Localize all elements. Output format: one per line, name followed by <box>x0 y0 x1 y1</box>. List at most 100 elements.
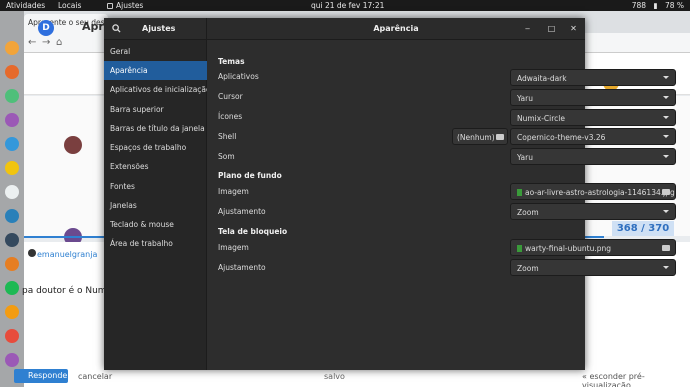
maximize-icon[interactable]: □ <box>546 23 557 34</box>
spotify-icon[interactable] <box>5 281 19 295</box>
sidebar-item-fonts[interactable]: Fontes <box>104 177 207 196</box>
chevron-down-icon <box>663 76 669 79</box>
chevron-down-icon <box>663 155 669 158</box>
sidebar-item-appearance[interactable]: Aparência <box>104 61 207 80</box>
terminal-icon[interactable] <box>5 233 19 247</box>
search-icon[interactable] <box>112 24 121 33</box>
gnome-top-bar: Atividades Locais Ajustes qui 21 de fev … <box>0 0 690 11</box>
background-adjust-select[interactable]: Zoom <box>510 203 676 220</box>
lockscreen-image-value: warty-final-ubuntu.png <box>525 244 612 253</box>
applications-theme-select[interactable]: Adwaita-dark <box>510 69 676 86</box>
shell-theme-file-button[interactable]: (Nenhum) <box>452 128 508 145</box>
sidebar-item-keyboard-mouse[interactable]: Teclado & mouse <box>104 215 207 234</box>
network-speed: 788 <box>631 1 647 10</box>
editor-text[interactable]: pa doutor é o Numix <box>22 286 114 296</box>
files-icon[interactable] <box>5 89 19 103</box>
window-title-left: Ajustes <box>142 24 176 33</box>
folder-icon <box>662 189 670 195</box>
minimize-icon[interactable]: ‒ <box>522 23 533 34</box>
lockscreen-adjust-select[interactable]: Zoom <box>510 259 676 276</box>
firefox-icon[interactable] <box>5 65 19 79</box>
background-adjust-label: Ajustamento <box>218 207 266 216</box>
sidebar-item-general[interactable]: Geral <box>104 42 207 61</box>
sidebar: Geral Aparência Aplicativos de inicializ… <box>104 40 207 370</box>
app-icon[interactable] <box>5 329 19 343</box>
post-counter[interactable]: 368 / 370 <box>612 221 674 236</box>
appearance-panel: Temas Aplicativos Adwaita-dark Cursor Ya… <box>208 40 676 370</box>
post-avatar[interactable] <box>64 136 82 154</box>
battery-percent: 78 % <box>664 1 684 10</box>
chevron-down-icon <box>663 116 669 119</box>
app-icon[interactable] <box>5 257 19 271</box>
lockscreen-image-label: Imagem <box>218 243 249 252</box>
system-status-area[interactable]: 788 ▮ 78 % <box>627 1 684 10</box>
themes-heading: Temas <box>218 57 245 66</box>
app-icon[interactable] <box>5 137 19 151</box>
lockscreen-adjust-value: Zoom <box>517 264 539 273</box>
sidebar-item-windows[interactable]: Janelas <box>104 196 207 215</box>
sidebar-item-workspaces[interactable]: Espaços de trabalho <box>104 138 207 157</box>
app-icon[interactable] <box>5 209 19 223</box>
home-icon[interactable]: ⌂ <box>56 37 62 48</box>
hide-preview-link[interactable]: « esconder pré-visualização <box>582 372 690 387</box>
background-image-value: ao-ar-livre-astro-astrologia-1146134.jpg <box>525 188 675 197</box>
sidebar-item-desktop[interactable]: Área de trabalho <box>104 234 207 253</box>
activities-button[interactable]: Atividades <box>6 1 45 10</box>
cancel-link[interactable]: cancelar <box>78 372 112 381</box>
lockscreen-heading: Tela de bloqueio <box>218 227 288 236</box>
cursor-theme-select[interactable]: Yaru <box>510 89 676 106</box>
folder-icon <box>496 134 504 140</box>
icons-theme-select[interactable]: Numix-Circle <box>510 109 676 126</box>
folder-icon <box>662 245 670 251</box>
app-icon[interactable] <box>5 113 19 127</box>
shell-theme-select[interactable]: Copernico-theme-v3.26 <box>510 128 676 145</box>
dock <box>0 11 24 387</box>
app-icon[interactable] <box>5 305 19 319</box>
background-adjust-value: Zoom <box>517 208 539 217</box>
sublime-icon[interactable] <box>5 161 19 175</box>
lockscreen-image-button[interactable]: warty-final-ubuntu.png <box>510 239 676 256</box>
site-logo[interactable]: D <box>38 20 54 36</box>
chevron-down-icon <box>663 135 669 138</box>
icons-theme-value: Numix-Circle <box>517 114 565 123</box>
applications-theme-label: Aplicativos <box>218 72 259 81</box>
applications-theme-value: Adwaita-dark <box>517 74 567 83</box>
clock[interactable]: qui 21 de fev 17:21 <box>311 1 384 10</box>
shell-theme-file-value: (Nenhum) <box>457 133 495 142</box>
tweaks-app-icon <box>107 3 113 9</box>
image-file-icon <box>517 245 522 252</box>
app-icon[interactable] <box>5 185 19 199</box>
back-icon[interactable]: ← <box>28 37 36 48</box>
lockscreen-adjust-label: Ajustamento <box>218 263 266 272</box>
saved-status: salvo <box>324 372 345 381</box>
shell-theme-value: Copernico-theme-v3.26 <box>517 133 606 142</box>
sidebar-item-startup-apps[interactable]: Aplicativos de inicialização <box>104 80 207 99</box>
sidebar-item-top-bar[interactable]: Barra superior <box>104 100 207 119</box>
chevron-down-icon <box>663 210 669 213</box>
chevron-down-icon <box>663 266 669 269</box>
sound-theme-value: Yaru <box>517 153 533 162</box>
background-heading: Plano de fundo <box>218 171 282 180</box>
sidebar-item-extensions[interactable]: Extensões <box>104 157 207 176</box>
cursor-theme-label: Cursor <box>218 92 243 101</box>
background-image-button[interactable]: ao-ar-livre-astro-astrologia-1146134.jpg <box>510 183 676 200</box>
reply-button[interactable]: Responder <box>14 369 71 383</box>
sound-theme-select[interactable]: Yaru <box>510 148 676 165</box>
sidebar-item-titlebars[interactable]: Barras de título da janela <box>104 119 207 138</box>
chrome-icon[interactable] <box>5 41 19 55</box>
tweaks-window: Ajustes Aparência ‒ □ ✕ Geral Aparência … <box>104 18 676 370</box>
background-image-label: Imagem <box>218 187 249 196</box>
sound-theme-label: Som <box>218 152 235 161</box>
reply-to-user[interactable]: emanuelgranja <box>37 250 97 259</box>
reply-icon <box>28 249 36 257</box>
battery-icon: ▮ <box>653 1 658 10</box>
forward-icon[interactable]: → <box>42 37 50 48</box>
chevron-down-icon <box>663 96 669 99</box>
close-icon[interactable]: ✕ <box>568 23 579 34</box>
places-menu[interactable]: Locais <box>58 1 81 10</box>
app-menu-label: Ajustes <box>116 1 144 10</box>
app-menu[interactable]: Ajustes <box>107 1 143 10</box>
app-icon[interactable] <box>5 353 19 367</box>
cursor-theme-value: Yaru <box>517 94 533 103</box>
headerbar-left: Ajustes <box>104 18 207 40</box>
